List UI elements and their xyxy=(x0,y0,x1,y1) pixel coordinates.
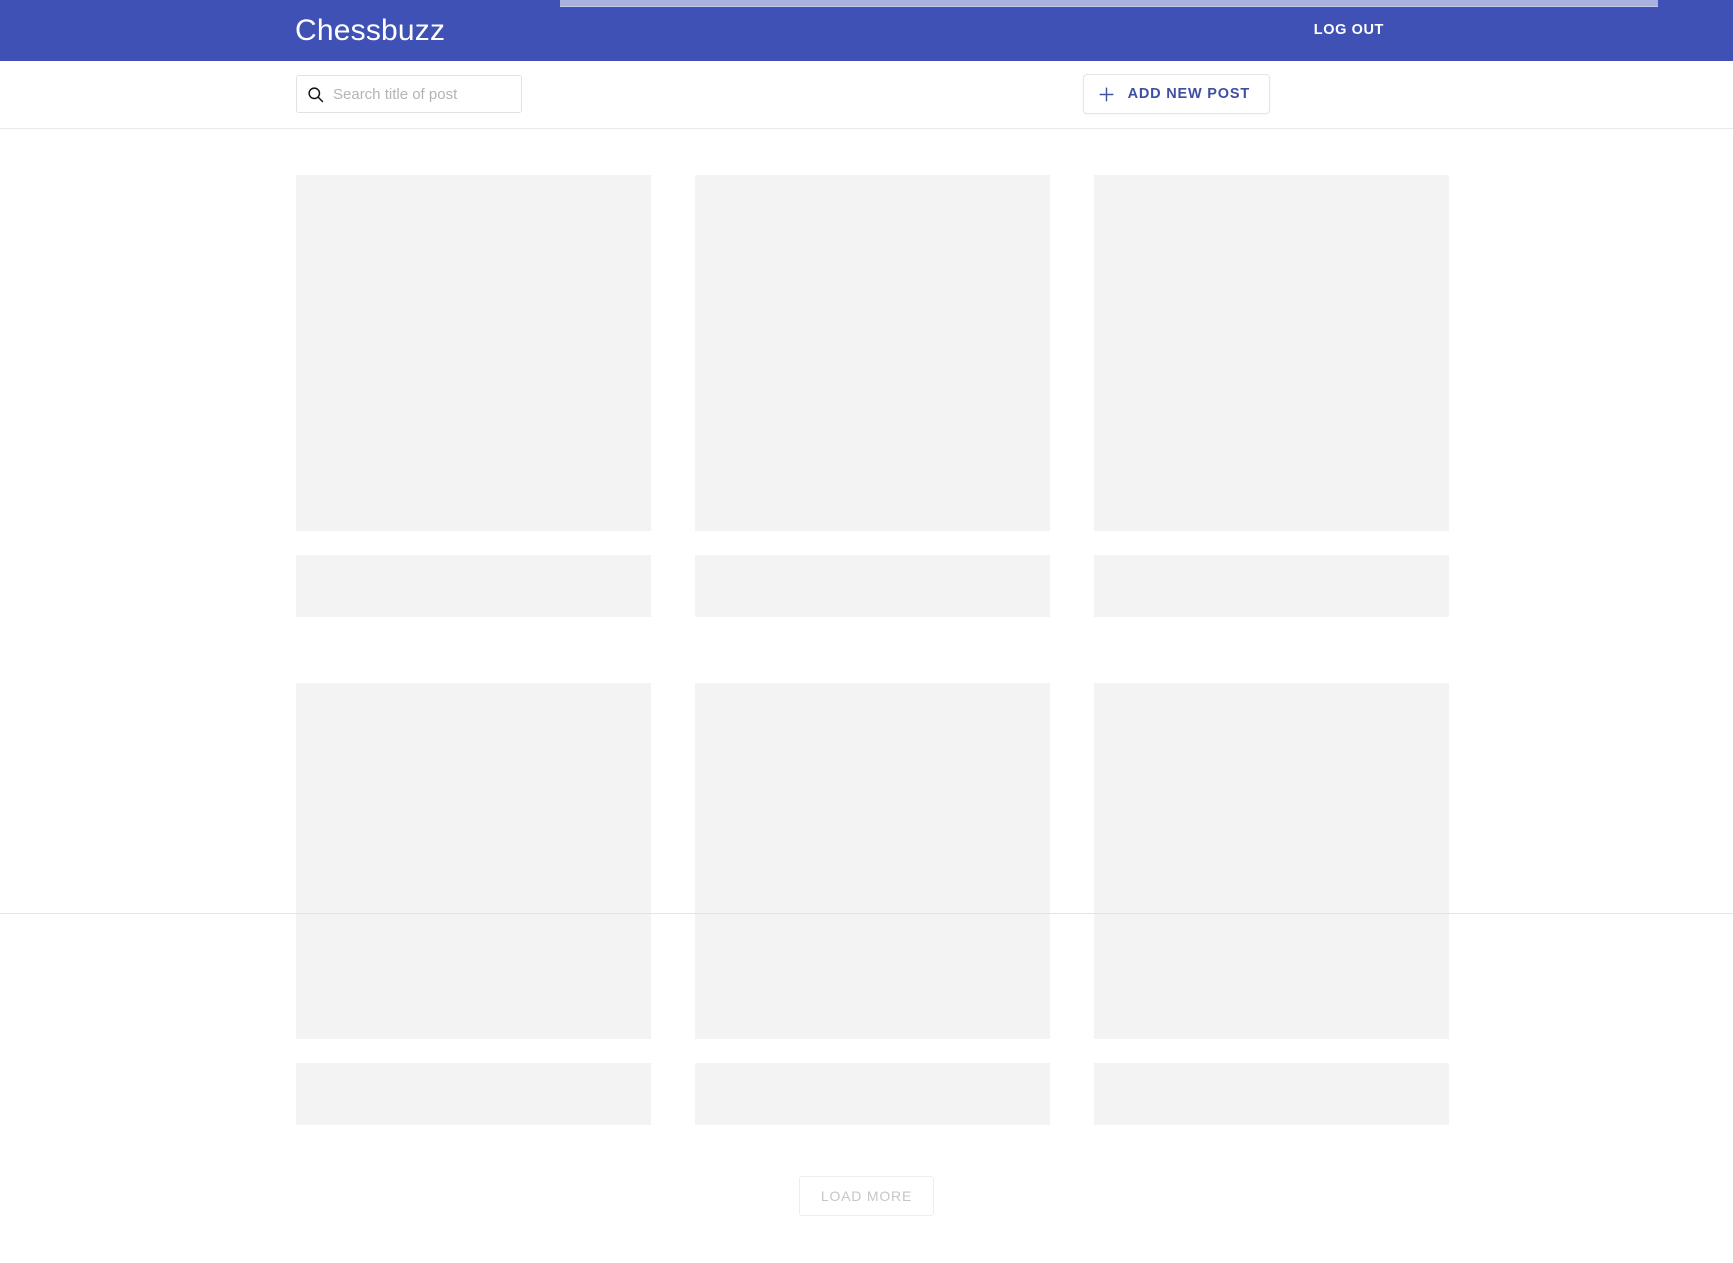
skeleton-card xyxy=(695,175,1050,617)
logout-button[interactable]: LOG OUT xyxy=(1302,14,1396,47)
skeleton-title-placeholder xyxy=(695,1063,1050,1125)
skeleton-title-placeholder xyxy=(296,1063,651,1125)
skeleton-grid xyxy=(296,175,1450,1125)
load-more-button[interactable]: LOAD MORE xyxy=(798,1176,935,1216)
skeleton-card xyxy=(1094,683,1449,1125)
search-icon xyxy=(308,86,324,102)
skeleton-title-placeholder xyxy=(695,555,1050,617)
skeleton-card xyxy=(695,683,1050,1125)
skeleton-image-placeholder xyxy=(1094,683,1449,1039)
skeleton-title-placeholder xyxy=(296,555,651,617)
add-new-post-label: ADD NEW POST xyxy=(1127,86,1250,102)
skeleton-image-placeholder xyxy=(1094,175,1449,531)
skeleton-row xyxy=(296,175,1450,617)
grid-row-spacer xyxy=(296,617,1450,683)
search-input[interactable] xyxy=(333,76,532,112)
page-title: Chessbuzz xyxy=(295,14,446,47)
skeleton-image-placeholder xyxy=(695,683,1050,1039)
plus-icon xyxy=(1099,86,1114,102)
skeleton-row xyxy=(296,683,1450,1125)
load-more-container: LOAD MORE xyxy=(0,1176,1733,1216)
skeleton-card xyxy=(296,683,651,1125)
post-grid-region: LOAD MORE xyxy=(0,130,1733,1263)
toolbar: ADD NEW POST xyxy=(0,61,1733,129)
skeleton-image-placeholder xyxy=(296,175,651,531)
content-divider xyxy=(0,913,1733,914)
skeleton-image-placeholder xyxy=(695,175,1050,531)
skeleton-title-placeholder xyxy=(1094,555,1449,617)
skeleton-card xyxy=(1094,175,1449,617)
skeleton-title-placeholder xyxy=(1094,1063,1449,1125)
search-field[interactable] xyxy=(296,75,532,113)
app-header: Chessbuzz LOG OUT xyxy=(0,0,1733,61)
skeleton-image-placeholder xyxy=(296,683,651,1039)
add-new-post-button[interactable]: ADD NEW POST xyxy=(1082,74,1270,114)
skeleton-card xyxy=(296,175,651,617)
